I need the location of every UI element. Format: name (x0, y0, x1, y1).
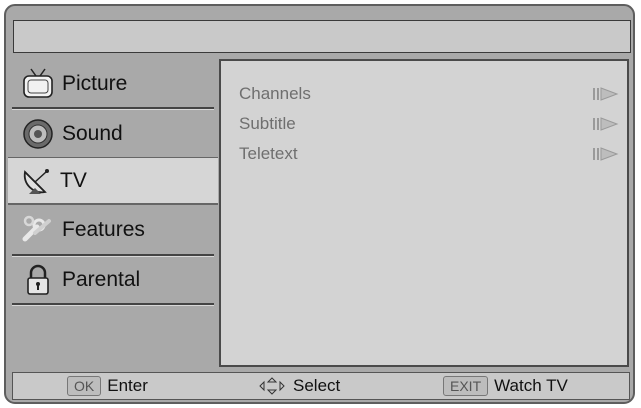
submenu-item-label: Channels (239, 84, 311, 103)
hint-select: Select (259, 373, 340, 399)
sidebar-item-label: TV (60, 168, 87, 192)
submenu-item-subtitle[interactable]: Subtitle (239, 112, 619, 136)
hint-select-label: Select (293, 376, 341, 395)
speaker-icon (20, 116, 56, 152)
hint-enter: OK Enter (67, 373, 148, 399)
wrench-icon (20, 212, 56, 248)
exit-key: EXIT (443, 376, 489, 396)
satellite-dish-icon (18, 163, 54, 199)
submenu-panel: Channels Subtitle Teletext (219, 59, 629, 367)
submenu-item-teletext[interactable]: Teletext (239, 142, 619, 166)
sidebar-item-picture[interactable]: Picture (10, 61, 214, 107)
arrow-right-icon (591, 86, 619, 102)
sidebar-item-tv[interactable]: TV (8, 157, 218, 205)
lock-icon (20, 262, 56, 298)
sidebar-item-label: Picture (62, 72, 128, 95)
sidebar-item-sound[interactable]: Sound (10, 111, 214, 157)
tv-menu-frame: Picture Sound TV Features Parental Chann… (4, 4, 635, 404)
submenu-item-label: Subtitle (239, 114, 296, 133)
hint-exit-label: Watch TV (494, 376, 568, 395)
submenu-item-channels[interactable]: Channels (239, 82, 619, 106)
footer-hints: OK Enter Select EXIT Watch TV (12, 372, 630, 400)
title-bar (13, 20, 631, 53)
divider (12, 303, 214, 306)
sidebar-item-label: Features (62, 218, 145, 241)
hint-enter-label: Enter (107, 376, 148, 395)
sidebar: Picture Sound TV Features Parental (8, 61, 218, 371)
submenu-item-label: Teletext (239, 144, 298, 163)
arrow-right-icon (591, 116, 619, 132)
sidebar-item-features[interactable]: Features (10, 207, 214, 253)
arrow-right-icon (591, 146, 619, 162)
ok-key: OK (67, 376, 102, 396)
navigation-arrows-icon (259, 377, 285, 395)
sidebar-item-parental[interactable]: Parental (10, 257, 214, 303)
sidebar-item-label: Parental (62, 268, 141, 291)
tv-icon (20, 66, 56, 102)
divider (12, 107, 214, 110)
hint-exit: EXIT Watch TV (443, 373, 568, 399)
sidebar-item-label: Sound (62, 122, 123, 145)
